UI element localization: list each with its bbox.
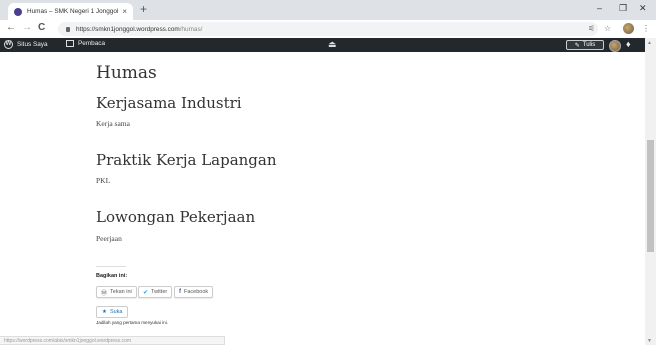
like-note: Jadilah yang pertama menyukai ini. (96, 320, 169, 325)
tab-close-icon[interactable]: × (122, 7, 127, 16)
status-bar-url: https://wordpress.com/abis/smkn1jonggol.… (0, 336, 225, 345)
browser-tab-strip: Humas – SMK Negeri 1 Jonggol × + – ❐ ✕ (0, 0, 656, 20)
write-button[interactable]: ✎ Tulis (566, 40, 604, 50)
wordpress-logo-icon: W (4, 40, 13, 49)
page-title: Humas (96, 63, 157, 83)
collapse-bar-icon[interactable]: ⏏ (328, 39, 337, 50)
url-text: https://smkn1jonggol.wordpress.com/humas… (76, 26, 202, 33)
main-content: Humas (96, 52, 616, 83)
share-facebook-label: Facebook (184, 289, 209, 295)
browser-toolbar: ← → C https://smkn1jonggol.wordpress.com… (0, 20, 656, 39)
section-heading-1: Kerjasama Industri (96, 94, 242, 112)
section-text-3: Peerjaan (96, 234, 122, 243)
twitter-icon: ✔ (143, 289, 149, 296)
share-twitter-button[interactable]: ✔ Twitter (138, 286, 173, 298)
my-site-menu[interactable]: W Situs Saya (4, 40, 48, 49)
reload-button[interactable]: C (38, 22, 45, 33)
reader-icon (66, 40, 74, 47)
new-tab-button[interactable]: + (140, 2, 147, 16)
wp-admin-bar: W Situs Saya Pembaca ⏏ ✎ Tulis ♦ (0, 38, 656, 52)
like-label: Suka (109, 309, 123, 315)
scroll-up-arrow-icon[interactable]: ▲ (647, 40, 652, 46)
share-twitter-label: Twitter (151, 289, 168, 295)
like-button[interactable]: ★ Suka (96, 306, 129, 318)
scrollbar-thumb[interactable] (647, 140, 654, 252)
window-close-button[interactable]: ✕ (639, 3, 647, 14)
section-text-1: Kerja sama (96, 119, 130, 128)
lock-icon (66, 26, 70, 32)
reader-menu[interactable]: Pembaca (66, 40, 105, 47)
scroll-down-arrow-icon[interactable]: ▼ (647, 338, 652, 344)
translate-icon[interactable]: ⚟ (588, 24, 595, 33)
menu-dots-icon[interactable]: ⋮ (642, 24, 650, 33)
write-label: Tulis (582, 42, 596, 48)
tab-title: Humas – SMK Negeri 1 Jonggol (27, 8, 119, 15)
share-press-this-label: Tekan ini (110, 289, 132, 295)
share-label: Bagikan ini: (96, 273, 128, 279)
address-bar[interactable]: https://smkn1jonggol.wordpress.com/humas… (58, 22, 598, 36)
wordpress-share-icon: Ⓦ (101, 290, 108, 297)
section-heading-2: Praktik Kerja Lapangan (96, 151, 277, 169)
my-site-label: Situs Saya (17, 41, 48, 48)
notifications-icon[interactable]: ♦ (626, 39, 631, 49)
content-divider (96, 266, 126, 267)
share-facebook-button[interactable]: f Facebook (174, 286, 214, 298)
facebook-icon: f (179, 289, 181, 295)
window-maximize-button[interactable]: ❐ (619, 3, 627, 14)
share-press-this-button[interactable]: Ⓦ Tekan ini (96, 286, 137, 298)
reader-label: Pembaca (78, 40, 105, 47)
window-minimize-button[interactable]: – (597, 3, 602, 13)
section-text-2: PKL (96, 176, 111, 185)
url-host: https://smkn1jonggol.wordpress.com (76, 25, 180, 33)
section-heading-3: Lowongan Pekerjaan (96, 208, 256, 226)
write-plus-icon: ✎ (574, 42, 580, 49)
site-favicon-icon (14, 7, 22, 16)
profile-avatar[interactable] (623, 23, 634, 34)
url-path: /humas/ (179, 25, 203, 33)
back-button[interactable]: ← (6, 22, 16, 33)
bookmark-star-icon[interactable]: ☆ (604, 24, 611, 33)
browser-tab[interactable]: Humas – SMK Negeri 1 Jonggol × (8, 3, 133, 20)
account-avatar[interactable] (609, 40, 621, 52)
like-star-icon: ★ (102, 309, 107, 315)
forward-button[interactable]: → (22, 22, 32, 33)
